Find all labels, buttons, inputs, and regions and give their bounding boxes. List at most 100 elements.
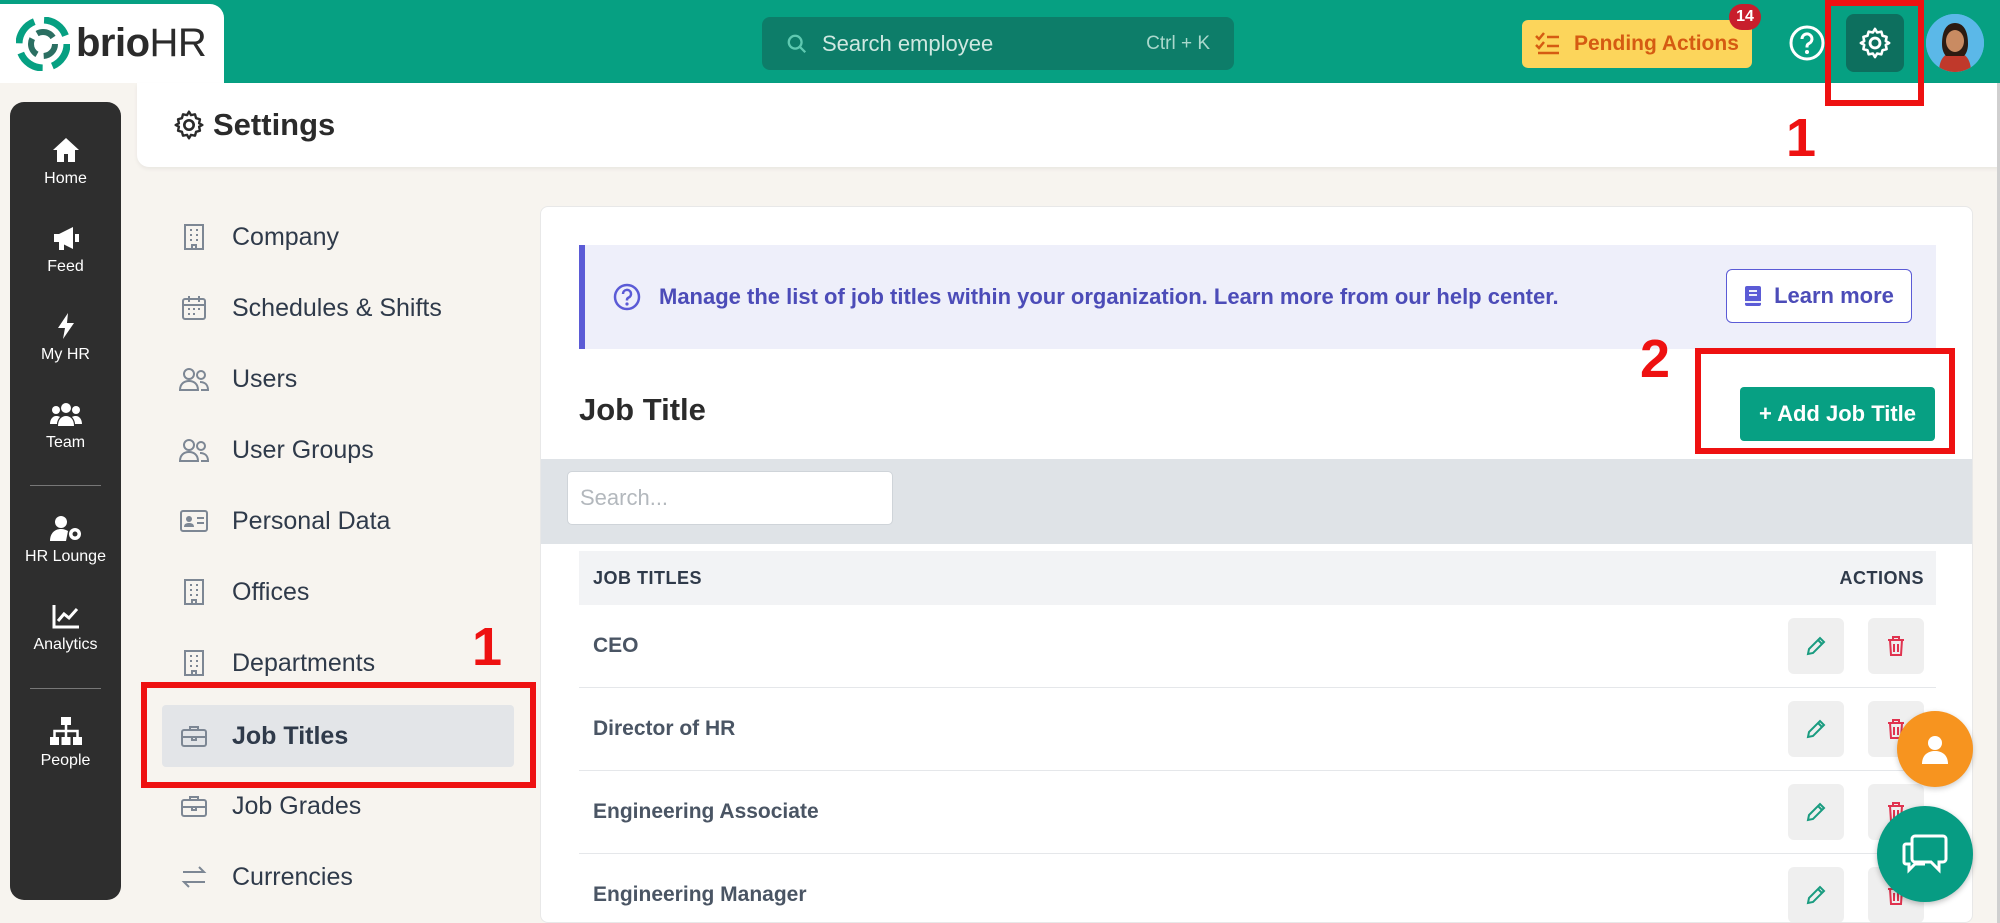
building-icon (178, 221, 210, 253)
job-title-cell: Engineering Manager (593, 883, 807, 906)
learn-more-label: Learn more (1774, 283, 1894, 308)
job-title-search-input[interactable] (567, 471, 893, 525)
id-card-icon (178, 505, 210, 537)
settings-nav-label: Schedules & Shifts (232, 293, 442, 322)
rail-label: People (40, 752, 91, 769)
page-header: Settings (137, 83, 2000, 167)
table-row: Engineering Manager (579, 854, 1936, 922)
annotation-number-add-job-title: 2 (1640, 329, 1671, 389)
pencil-icon (1806, 719, 1826, 739)
settings-nav-company[interactable]: Company (162, 206, 514, 268)
settings-nav-currencies[interactable]: Currencies (162, 846, 514, 908)
home-icon (52, 138, 79, 162)
settings-nav-label: Personal Data (232, 506, 391, 535)
edit-button[interactable] (1788, 618, 1844, 674)
settings-nav-label: Users (232, 364, 298, 393)
rail-label: My HR (41, 346, 90, 363)
search-placeholder: Search employee (822, 30, 994, 56)
table-row: Engineering Associate (579, 771, 1936, 854)
rail-divider (30, 485, 101, 486)
pending-actions-label: Pending Actions (1574, 32, 1739, 55)
pencil-icon (1806, 885, 1826, 905)
settings-nav-label: Currencies (232, 862, 353, 891)
chat-fab[interactable] (1877, 806, 1973, 902)
delete-button[interactable] (1868, 618, 1924, 674)
column-header-job-titles: JOB TITLES (593, 567, 703, 588)
help-circle-icon[interactable] (1788, 24, 1826, 62)
annotation-box-add-job-title (1695, 348, 1955, 454)
page-title: Settings (213, 107, 336, 142)
job-title-cell: Director of HR (593, 717, 736, 740)
building-icon (178, 647, 210, 679)
building-icon (178, 576, 210, 608)
settings-nav-schedules[interactable]: Schedules & Shifts (162, 277, 514, 339)
column-header-actions: ACTIONS (1839, 567, 1924, 588)
settings-nav-user-groups[interactable]: User Groups (162, 419, 514, 481)
profile-fab[interactable] (1897, 711, 1973, 787)
book-icon (1745, 286, 1762, 306)
settings-nav-offices[interactable]: Offices (162, 561, 514, 623)
edit-button[interactable] (1788, 867, 1844, 922)
annotation-number-settings: 1 (1786, 108, 1817, 168)
rail-item-people[interactable]: People (10, 716, 121, 770)
edit-button[interactable] (1788, 784, 1844, 840)
logo[interactable]: brioHR (0, 4, 224, 83)
learn-more-button[interactable]: Learn more (1726, 269, 1912, 323)
rail-divider (30, 688, 101, 689)
pencil-icon (1806, 636, 1826, 656)
exchange-icon (178, 861, 210, 893)
rail-label: Feed (47, 258, 84, 275)
users-icon (49, 403, 82, 426)
settings-nav-personal-data[interactable]: Personal Data (162, 490, 514, 552)
annotation-box-job-titles (141, 682, 536, 788)
rail-label: Team (45, 434, 86, 451)
search-shortcut: Ctrl + K (1146, 32, 1210, 54)
pencil-icon (1806, 802, 1826, 822)
rail-item-hr-lounge[interactable]: HR Lounge (10, 514, 121, 566)
logo-text: brioHR (76, 21, 207, 65)
brio-logo-icon (16, 16, 70, 71)
rail-item-team[interactable]: Team (10, 400, 121, 452)
edit-button[interactable] (1788, 701, 1844, 757)
settings-nav-label: Offices (232, 577, 310, 606)
employee-search[interactable]: Search employee Ctrl + K (762, 17, 1234, 70)
briefcase-icon (178, 790, 210, 822)
user-icon (1922, 736, 1948, 764)
users-outline-icon (178, 434, 210, 466)
settings-nav-label: Departments (232, 648, 376, 677)
user-gear-icon (49, 516, 81, 541)
annotation-box-settings (1825, 0, 1924, 106)
rail-item-home[interactable]: Home (10, 136, 121, 188)
trash-icon (1888, 636, 1904, 656)
avatar-icon (1926, 14, 1984, 72)
pending-actions-button[interactable]: Pending Actions (1522, 20, 1752, 68)
settings-nav-label: Company (232, 222, 339, 251)
rail-item-feed[interactable]: Feed (10, 224, 121, 276)
search-icon (787, 34, 807, 53)
info-banner: Manage the list of job titles within you… (579, 245, 1936, 349)
settings-nav-label: Job Grades (232, 791, 362, 820)
help-circle-icon (613, 283, 641, 311)
rail-item-my-hr[interactable]: My HR (10, 312, 121, 364)
megaphone-icon (53, 227, 79, 250)
settings-nav-users[interactable]: Users (162, 348, 514, 410)
checklist-icon (1535, 32, 1559, 55)
table-row: Director of HR (579, 688, 1936, 771)
job-title-cell: Engineering Associate (593, 800, 819, 823)
bolt-icon (57, 313, 74, 339)
banner-message: Manage the list of job titles within you… (659, 284, 1559, 309)
rail-label: Home (44, 170, 87, 187)
table-row: CEO (579, 605, 1936, 688)
pending-count-badge: 14 (1729, 4, 1761, 30)
rail-label: Analytics (33, 636, 98, 653)
section-title: Job Title (579, 392, 706, 427)
calendar-icon (178, 292, 210, 324)
filter-bar (541, 459, 1972, 544)
job-titles-panel: Manage the list of job titles within you… (540, 206, 1973, 923)
table-header: JOB TITLES ACTIONS (579, 551, 1936, 605)
gear-icon (174, 110, 204, 140)
chart-line-icon (52, 605, 79, 629)
user-avatar[interactable] (1926, 14, 1984, 72)
org-chart-icon (49, 717, 82, 745)
rail-item-analytics[interactable]: Analytics (10, 602, 121, 654)
